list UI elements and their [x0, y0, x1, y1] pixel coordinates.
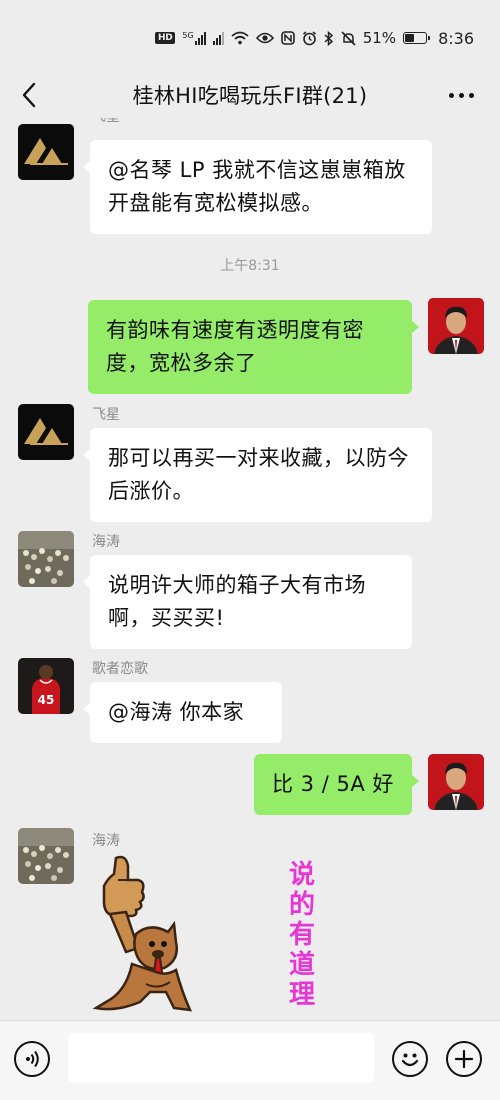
nfc-icon [280, 31, 295, 45]
logo-avatar-image [18, 404, 74, 460]
sender-name: 飞星 [92, 407, 120, 423]
crowd-avatar[interactable] [18, 531, 74, 587]
man-avatar[interactable] [428, 754, 484, 810]
jersey-avatar-image: 45 [18, 658, 74, 714]
man-avatar-image [428, 298, 484, 354]
clock: 8:36 [438, 28, 474, 48]
battery-percent: 51% [362, 29, 397, 47]
bluetooth-icon [324, 30, 333, 46]
battery-icon [403, 32, 431, 44]
wifi-icon [231, 31, 249, 45]
sender-name: 海涛 [92, 534, 120, 550]
message-bubble[interactable]: @名琴 LP 我就不信这崽崽箱放开盘能有宽松模拟感。 [83, 140, 432, 234]
more-actions-button[interactable] [446, 1041, 482, 1077]
signal-icon [212, 31, 224, 45]
time-divider: 上午8:31 [220, 258, 280, 274]
mute-icon [341, 30, 356, 46]
signal-5g-icon: 5G [182, 31, 206, 45]
sender-name: 飞星 [92, 118, 120, 126]
status-icons: HD 5G 51% 8:36 [155, 26, 474, 50]
alarm-icon [302, 30, 316, 45]
hd-icon: HD [155, 32, 176, 44]
crowd-avatar-image [18, 828, 74, 884]
crowd-avatar-image [18, 531, 74, 587]
sender-name: 海涛 [92, 833, 120, 849]
logo-avatar-image [18, 124, 74, 180]
chat-title: 桂林HI吃喝玩乐FI群(21) [132, 84, 368, 108]
sticker-caption: 说 的 有 道 理 [288, 860, 315, 1010]
svg-text:45: 45 [38, 693, 55, 707]
crowd-avatar[interactable] [18, 828, 74, 884]
message-bubble[interactable]: 说明许大师的箱子大有市场啊，买买买! [83, 555, 412, 649]
chat-header: 桂林HI吃喝玩乐FI群(21) [0, 72, 500, 118]
man-avatar[interactable] [428, 298, 484, 354]
voice-icon [26, 1050, 39, 1068]
man-avatar-image [428, 754, 484, 810]
message-bubble[interactable]: 有韵味有速度有透明度有密度，宽松多余了 [88, 300, 419, 394]
logo-avatar[interactable] [18, 124, 74, 180]
more-button[interactable] [444, 80, 478, 110]
emoji-icon [401, 1053, 419, 1067]
thumbs-up-dog-icon [92, 855, 193, 1012]
sender-name: 歌者恋歌 [92, 661, 148, 677]
logo-avatar[interactable] [18, 404, 74, 460]
message-bubble[interactable]: 比 3 / 5A 好 [254, 754, 419, 815]
input-bar [0, 1020, 500, 1100]
eye-icon [255, 32, 274, 44]
plus-icon [454, 1049, 474, 1069]
message-list[interactable]: 飞星 @名琴 LP 我就不信这崽崽箱放开盘能有宽松模拟感。 上午8:31 有韵味… [0, 118, 500, 1020]
more-horizontal-icon [448, 92, 454, 98]
voice-button[interactable] [14, 1041, 50, 1077]
message-bubble[interactable]: @海涛 你本家 [83, 682, 282, 743]
status-bar: HD 5G 51% 8:36 [0, 0, 500, 72]
battery-level [405, 34, 415, 42]
emoji-button[interactable] [392, 1041, 428, 1077]
message-input[interactable] [68, 1033, 374, 1083]
message-bubble[interactable]: 那可以再买一对来收藏，以防今后涨价。 [83, 428, 432, 522]
jersey-avatar[interactable]: 45 [18, 658, 74, 714]
sticker-message[interactable]: 说 的 有 道 理 [86, 852, 315, 1014]
